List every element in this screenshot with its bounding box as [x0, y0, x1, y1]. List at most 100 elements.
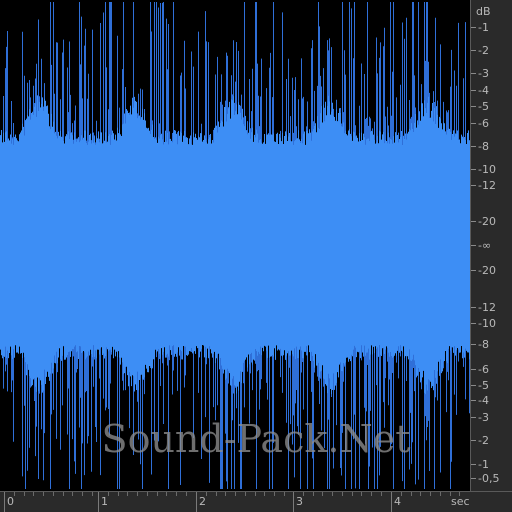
db-tick — [471, 369, 476, 370]
time-minor-tick — [411, 492, 412, 496]
time-minor-tick — [303, 492, 304, 496]
time-minor-tick — [43, 492, 44, 496]
time-tick — [196, 492, 197, 512]
time-minor-tick — [82, 492, 83, 496]
db-tick-label: -2 — [478, 44, 489, 57]
db-tick — [471, 90, 476, 91]
db-tick — [471, 323, 476, 324]
time-minor-tick — [342, 492, 343, 496]
time-minor-tick — [430, 492, 431, 496]
db-tick — [471, 221, 476, 222]
time-minor-tick — [225, 492, 226, 496]
time-minor-tick — [72, 492, 73, 496]
db-tick-label: -20 — [478, 264, 496, 277]
time-minor-tick — [118, 492, 119, 496]
time-tick-label: 0 — [7, 495, 14, 508]
db-tick — [471, 73, 476, 74]
time-tick-label: 2 — [199, 495, 206, 508]
db-tick — [471, 27, 476, 28]
db-tick-label: -3 — [478, 411, 489, 424]
time-minor-tick — [381, 492, 382, 496]
db-tick — [471, 417, 476, 418]
db-tick — [471, 146, 476, 147]
time-minor-tick — [440, 492, 441, 496]
time-minor-tick — [284, 492, 285, 496]
db-tick-label: -3 — [478, 67, 489, 80]
time-minor-tick — [147, 492, 148, 496]
time-minor-tick — [33, 492, 34, 496]
time-tick — [293, 492, 294, 512]
db-tick-label: -0,5 — [478, 472, 500, 485]
time-minor-tick — [137, 492, 138, 496]
db-tick-label: -8 — [478, 338, 489, 351]
time-tick — [98, 492, 99, 512]
time-minor-tick — [255, 492, 256, 496]
time-minor-tick — [245, 492, 246, 496]
audio-editor: dB -1 -2 -3 -4 -5 -6 -8 -10 -12 -20 -∞ -20 -12 -10 -8-… — [0, 0, 512, 512]
time-minor-tick — [371, 492, 372, 496]
time-tick-label: 3 — [296, 495, 303, 508]
time-minor-tick — [420, 492, 421, 496]
db-unit-label: dB — [476, 5, 491, 18]
time-minor-tick — [108, 492, 109, 496]
time-minor-tick — [401, 492, 402, 496]
time-minor-tick — [206, 492, 207, 496]
db-tick — [471, 50, 476, 51]
db-tick — [471, 385, 476, 386]
db-tick — [471, 478, 476, 479]
db-tick — [471, 169, 476, 170]
time-tick — [4, 492, 5, 512]
waveform-view[interactable] — [0, 0, 470, 491]
db-tick-label: -12 — [478, 179, 496, 192]
time-minor-tick — [313, 492, 314, 496]
db-tick — [471, 270, 476, 271]
time-minor-tick — [274, 492, 275, 496]
time-unit-label: sec — [451, 495, 470, 508]
time-minor-tick — [264, 492, 265, 496]
db-tick — [471, 245, 476, 246]
time-tick-label: 1 — [101, 495, 108, 508]
time-minor-tick — [235, 492, 236, 496]
db-tick-label: -10 — [478, 163, 496, 176]
time-minor-tick — [216, 492, 217, 496]
db-tick-label: -2 — [478, 434, 489, 447]
time-minor-tick — [361, 492, 362, 496]
db-ruler: dB -1 -2 -3 -4 -5 -6 -8 -10 -12 -20 -∞ -20 -12 -10 -8 -… — [470, 0, 512, 491]
db-tick-label: -6 — [478, 117, 489, 130]
waveform-channel — [0, 2, 470, 489]
time-minor-tick — [53, 492, 54, 496]
time-minor-tick — [14, 492, 15, 496]
db-tick-label: -1 — [478, 21, 489, 34]
time-minor-tick — [186, 492, 187, 496]
db-tick-label: -20 — [478, 215, 496, 228]
db-tick — [471, 123, 476, 124]
db-tick — [471, 464, 476, 465]
time-minor-tick — [322, 492, 323, 496]
time-minor-tick — [352, 492, 353, 496]
time-minor-tick — [24, 492, 25, 496]
time-tick-label: 4 — [394, 495, 401, 508]
db-tick — [471, 106, 476, 107]
db-tick-label: -12 — [478, 301, 496, 314]
time-minor-tick — [332, 492, 333, 496]
db-tick — [471, 344, 476, 345]
db-tick-label: -4 — [478, 394, 489, 407]
time-tick — [391, 492, 392, 512]
db-tick — [471, 185, 476, 186]
db-tick — [471, 440, 476, 441]
db-tick-label: -∞ — [478, 239, 492, 252]
waveform-graph[interactable] — [0, 0, 470, 491]
db-tick-label: -1 — [478, 458, 489, 471]
db-tick-label: -4 — [478, 84, 489, 97]
db-tick-label: -10 — [478, 317, 496, 330]
time-minor-tick — [157, 492, 158, 496]
time-minor-tick — [127, 492, 128, 496]
time-minor-tick — [92, 492, 93, 496]
db-tick — [471, 400, 476, 401]
db-tick-label: -6 — [478, 363, 489, 376]
time-minor-tick — [166, 492, 167, 496]
time-minor-tick — [63, 492, 64, 496]
db-tick-label: -5 — [478, 379, 489, 392]
db-tick-label: -5 — [478, 100, 489, 113]
db-tick-label: -8 — [478, 140, 489, 153]
